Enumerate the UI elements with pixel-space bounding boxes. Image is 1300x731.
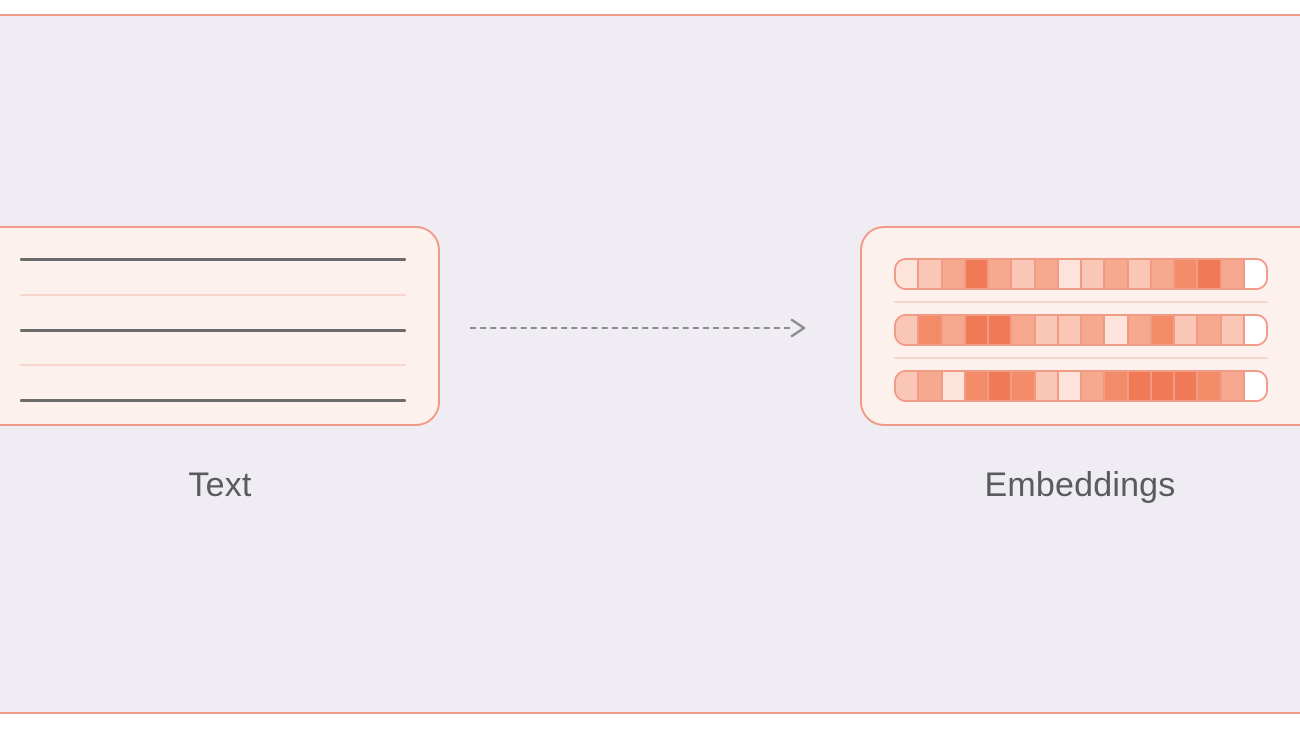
embedding-cell [919,316,942,344]
embedding-cell [966,260,989,288]
embedding-cell [943,316,966,344]
embedding-cell [966,372,989,400]
embedding-cell [1175,316,1198,344]
text-line [20,329,406,332]
embedding-cell [919,372,942,400]
embedding-cell [989,372,1012,400]
embedding-cell [1245,260,1266,288]
embedding-cell [1222,372,1245,400]
embedding-cell [1222,316,1245,344]
embedding-cell [1222,260,1245,288]
embedding-cell [989,316,1012,344]
embedding-cell [1175,372,1198,400]
embedding-cell [943,372,966,400]
arrow-dash-icon [470,327,790,329]
embedding-cell [1105,316,1128,344]
embedding-cell [1245,372,1266,400]
embedding-cell [1152,316,1175,344]
embedding-cell [896,316,919,344]
embeddings-caption: Embeddings [860,466,1300,505]
text-caption: Text [0,466,440,505]
text-separator [20,294,406,296]
embedding-cell [1129,316,1152,344]
embedding-cell [1036,260,1059,288]
arrow-head-icon [788,318,808,338]
embedding-cell [943,260,966,288]
embedding-cell [966,316,989,344]
embedding-cell [1059,260,1082,288]
embedding-cell [1082,372,1105,400]
embedding-cell [1012,316,1035,344]
diagram-frame: Text Embeddings [0,14,1300,714]
embedding-cell [1036,316,1059,344]
embedding-separator [894,357,1268,359]
embedding-cell [1036,372,1059,400]
embedding-cell [1175,260,1198,288]
embedding-cell [1059,316,1082,344]
embedding-cell [1152,260,1175,288]
embedding-cell [1245,316,1266,344]
embedding-cell [1012,260,1035,288]
embedding-cell [1082,316,1105,344]
embedding-cell [1129,372,1152,400]
embedding-cell [1198,260,1221,288]
embedding-cell [1198,316,1221,344]
embedding-cell [1082,260,1105,288]
embedding-cell [896,372,919,400]
embedding-cell [989,260,1012,288]
embedding-cell [1105,260,1128,288]
embedding-cell [1152,372,1175,400]
embedding-separator [894,301,1268,303]
text-card [0,226,440,426]
embedding-vector [894,314,1268,346]
diagram-stage: Text Embeddings [0,226,1300,546]
embedding-cell [1012,372,1035,400]
embedding-cell [919,260,942,288]
embedding-cell [1129,260,1152,288]
embedding-vector [894,370,1268,402]
embedding-cell [896,260,919,288]
embeddings-card [860,226,1300,426]
embedding-cell [1105,372,1128,400]
embedding-cell [1198,372,1221,400]
text-separator [20,364,406,366]
arrow [470,318,810,338]
embedding-cell [1059,372,1082,400]
text-line [20,399,406,402]
text-line [20,258,406,261]
embedding-vector [894,258,1268,290]
